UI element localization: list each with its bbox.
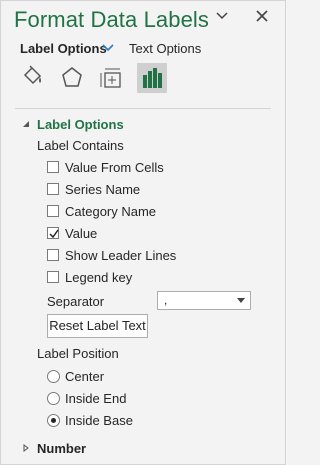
caret-right-icon[interactable]: [22, 444, 30, 452]
close-icon[interactable]: [255, 9, 269, 23]
checkbox[interactable]: [47, 183, 59, 195]
format-data-labels-pane: Format Data Labels Label Options Text Op…: [0, 0, 286, 465]
checkbox-label: Value From Cells: [65, 160, 164, 175]
checkbox-label: Category Name: [65, 204, 157, 219]
separator-select[interactable]: ,: [157, 291, 251, 310]
label-options-icon[interactable]: [137, 63, 167, 93]
separator-value: ,: [164, 293, 168, 307]
checkbox[interactable]: [47, 249, 59, 261]
pane-title: Format Data Labels: [14, 7, 209, 32]
label-contains-heading: Label Contains: [37, 138, 124, 153]
size-properties-icon[interactable]: [97, 63, 127, 93]
checkbox[interactable]: [47, 271, 59, 283]
checkmark-icon: [49, 229, 59, 239]
chevron-down-icon[interactable]: [237, 298, 245, 303]
chevron-down-icon[interactable]: [102, 42, 114, 54]
caret-down-icon[interactable]: [22, 120, 30, 128]
section-title-number[interactable]: Number: [37, 441, 86, 456]
radio-label: Inside Base: [65, 413, 133, 428]
radio-dot: [51, 418, 56, 423]
radio-label: Center: [65, 369, 105, 384]
checkbox-label: Series Name: [65, 182, 141, 197]
fill-line-icon[interactable]: [17, 63, 47, 93]
checkbox[interactable]: [47, 227, 59, 239]
radio[interactable]: [47, 414, 60, 427]
reset-label-text-button[interactable]: Reset Label Text: [47, 314, 148, 338]
tab-text-options[interactable]: Text Options: [129, 41, 201, 56]
effects-icon[interactable]: [57, 63, 87, 93]
checkbox-label: Show Leader Lines: [65, 248, 177, 263]
radio-label: Inside End: [65, 391, 127, 406]
divider: [15, 108, 271, 109]
checkbox[interactable]: [47, 161, 59, 173]
checkbox-label: Value: [65, 226, 98, 241]
label-position-heading: Label Position: [37, 346, 119, 361]
separator-label: Separator: [47, 294, 105, 309]
checkbox[interactable]: [47, 205, 59, 217]
checkbox-label: Legend key: [65, 270, 133, 285]
radio[interactable]: [47, 370, 60, 383]
chevron-down-icon[interactable]: [215, 9, 229, 23]
section-title-label-options[interactable]: Label Options: [37, 117, 124, 132]
radio[interactable]: [47, 392, 60, 405]
tab-label-options[interactable]: Label Options: [20, 41, 107, 56]
